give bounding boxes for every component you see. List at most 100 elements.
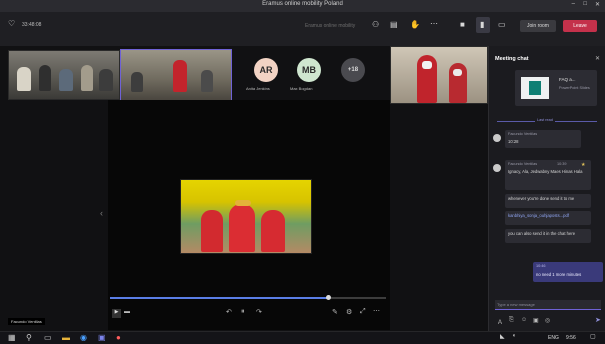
video-progress-fill — [110, 297, 328, 299]
message-text: no need 1 more minutes — [536, 272, 582, 277]
gif-icon[interactable]: ▣ — [533, 317, 539, 324]
chat-close-icon[interactable]: ✕ — [595, 55, 600, 62]
title-bar: Eramus online mobility Poland – □ ✕ — [0, 0, 605, 12]
person-figure — [173, 60, 187, 92]
person-figure — [99, 69, 113, 91]
person-figure — [17, 67, 31, 91]
more-participants-avatar[interactable]: +18 — [341, 58, 365, 82]
settings-icon[interactable]: ⚙ — [346, 308, 352, 316]
message-text: Ignacy, Ala, Jedwabny Maes Hinas Hala — [508, 169, 583, 174]
message-time: 10:46 — [536, 264, 546, 268]
emoji-icon[interactable]: ☺ — [521, 317, 527, 323]
leave-button[interactable]: Leave — [563, 20, 597, 32]
maximize-button[interactable]: □ — [583, 1, 587, 7]
chat-message: Facundo Ventilas 10:39 Ignacy, Ala, Jedw… — [505, 160, 591, 190]
meeting-name: Eramus online mobility — [305, 23, 356, 29]
person-figure — [81, 65, 93, 91]
video-tile-active-speaker[interactable] — [120, 49, 232, 101]
camera-icon[interactable]: ■ — [460, 20, 465, 29]
raise-hand-icon[interactable]: ✋ — [410, 20, 420, 29]
network-icon[interactable]: ◣ — [500, 333, 505, 340]
video-tile-classroom[interactable] — [8, 50, 120, 100]
avatar — [493, 134, 501, 142]
chevron-left-icon[interactable]: ‹ — [100, 208, 103, 218]
presenter-name-tag: Facundo Ventilas — [8, 318, 45, 325]
more-options-icon[interactable]: ⋯ — [373, 307, 380, 315]
message-author: Facundo Ventilas — [508, 162, 538, 166]
chat-message: Facundo Ventilas 10:28 — [505, 130, 581, 148]
video-tile-students[interactable] — [390, 46, 488, 104]
message-text: you can also send it in the chat here — [508, 231, 576, 236]
play-pause-button[interactable]: ▶ — [112, 309, 121, 318]
file-attachment-card[interactable]: FAQ a... PowerPoint Slides — [515, 70, 597, 106]
notifications-icon[interactable]: ▢ — [590, 333, 596, 340]
file-name: FAQ a... — [559, 77, 576, 82]
message-text: 10:28 — [508, 139, 519, 144]
people-icon[interactable]: ⚇ — [372, 20, 379, 29]
taskbar: ▦ ⚲ ▭ ▬ ◉ ▣ ● ◣ ◖ ENG 9:56 ▢ — [0, 331, 605, 344]
video-progress-track[interactable] — [110, 295, 386, 300]
participant-avatar[interactable]: MB — [297, 58, 321, 82]
minimize-button[interactable]: – — [572, 1, 575, 7]
last-read-label: Last read — [535, 118, 555, 122]
file-meta: PowerPoint Slides — [559, 86, 590, 90]
meeting-chat-panel: Meeting chat ✕ FAQ a... PowerPoint Slide… — [488, 46, 605, 331]
progress-handle[interactable] — [326, 295, 331, 300]
message-author: Facundo Ventilas — [508, 132, 538, 136]
compose-input[interactable]: Type a new message — [495, 300, 601, 310]
search-icon[interactable]: ⚲ — [26, 333, 32, 342]
message-text: whenever you're done send it to me — [508, 196, 575, 201]
chat-message: you can also send it in the chat here — [505, 229, 591, 243]
clock[interactable]: 9:56 — [566, 335, 576, 341]
person-figure — [201, 210, 223, 252]
participant-name: Max Bogdan — [290, 86, 313, 91]
language-indicator[interactable]: ENG — [548, 335, 559, 341]
mic-icon: ▮ — [480, 20, 485, 29]
send-icon[interactable]: ➤ — [595, 316, 601, 324]
teams-icon[interactable]: ▣ — [98, 333, 106, 342]
shared-screen: ▶ ▬ ↶ ⏸ ↷ ✎ ⚙ ⤢ ⋯ — [108, 100, 390, 330]
join-room-button[interactable]: Join room — [520, 20, 556, 32]
forward-icon[interactable]: ↷ — [256, 308, 262, 316]
fullscreen-icon[interactable]: ⤢ — [360, 308, 366, 316]
participant-avatar[interactable]: AR — [254, 58, 278, 82]
volume-icon[interactable]: ▬ — [124, 309, 130, 315]
edge-icon[interactable]: ◉ — [80, 333, 87, 342]
more-icon[interactable]: ⋯ — [430, 19, 438, 28]
file-preview — [521, 77, 549, 99]
share-icon[interactable]: ▭ — [498, 20, 506, 29]
chat-message: whenever you're done send it to me — [505, 194, 591, 208]
task-view-icon[interactable]: ▭ — [44, 333, 52, 342]
sticker-icon[interactable]: ◎ — [545, 317, 550, 324]
face-mask — [453, 69, 462, 76]
person-figure — [229, 204, 255, 252]
meeting-timer: 33:48:08 — [22, 22, 42, 28]
person-figure — [261, 210, 285, 252]
instrument — [235, 200, 251, 206]
message-link[interactable]: kanbhiya_sonja_ouhjaposts...pdf — [508, 213, 588, 218]
chat-message: kanbhiya_sonja_ouhjaposts...pdf — [505, 211, 591, 225]
attach-icon[interactable]: ⎘ — [509, 317, 514, 324]
windows-start-icon[interactable]: ▦ — [8, 333, 16, 342]
chat-icon[interactable]: ▤ — [390, 20, 398, 29]
pen-icon[interactable]: ✎ — [332, 308, 338, 316]
reaction-icon[interactable]: ★ — [581, 162, 585, 168]
participant-name: Anita Jenkins — [246, 86, 270, 91]
rewind-icon[interactable]: ↶ — [226, 308, 232, 316]
window-title: Eramus online mobility Poland — [262, 1, 343, 7]
pause-icon[interactable]: ⏸ — [241, 308, 245, 316]
chat-header: Meeting chat — [495, 56, 529, 62]
person-figure — [39, 65, 51, 91]
shared-video-frame[interactable] — [180, 179, 312, 254]
file-explorer-icon[interactable]: ▬ — [62, 333, 70, 342]
volume-icon[interactable]: ◖ — [512, 333, 516, 339]
face-mask — [422, 61, 432, 69]
format-icon[interactable]: Ａ — [497, 317, 503, 326]
avatar — [493, 164, 501, 172]
person-figure — [59, 69, 73, 91]
app-icon[interactable]: ● — [116, 333, 121, 342]
close-button[interactable]: ✕ — [595, 1, 600, 8]
person-figure — [201, 70, 213, 92]
powerpoint-icon — [529, 81, 541, 95]
mic-button[interactable]: ▮ — [476, 17, 490, 33]
